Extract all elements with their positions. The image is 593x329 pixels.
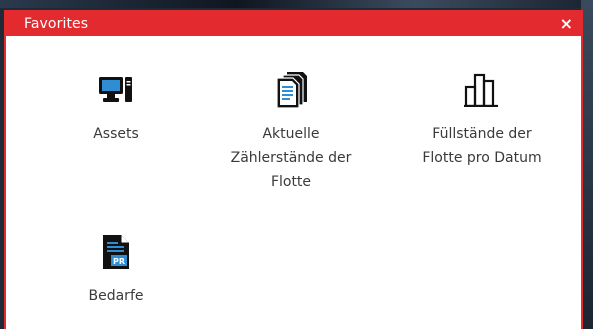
favorite-bedarfe[interactable]: PR Bedarfe [66,232,166,308]
favorites-dialog: Favorites × Assets Aktuelle Zählerstände… [4,10,583,329]
favorite-aktuelle-zaehlerstaende[interactable]: Aktuelle Zählerstände der Flotte [206,70,376,194]
favorite-fuellstaende[interactable]: Füllstände der Flotte pro Datum [392,70,572,170]
svg-text:PR: PR [113,257,125,266]
dialog-title: Favorites [24,16,89,32]
favorite-assets[interactable]: Assets [66,70,166,146]
close-icon[interactable]: × [560,16,573,32]
favorite-label: Bedarfe [88,288,144,304]
favorite-label: Aktuelle Zählerstände der Flotte [230,126,352,190]
pr-document-icon: PR [96,232,136,272]
dialog-titlebar: Favorites × [6,12,581,36]
favorite-label: Assets [93,126,139,142]
bar-chart-icon [462,70,502,110]
favorite-label: Füllstände der Flotte pro Datum [422,126,542,166]
desktop-backdrop [0,0,593,8]
computer-icon [96,70,136,110]
documents-icon [271,70,311,110]
